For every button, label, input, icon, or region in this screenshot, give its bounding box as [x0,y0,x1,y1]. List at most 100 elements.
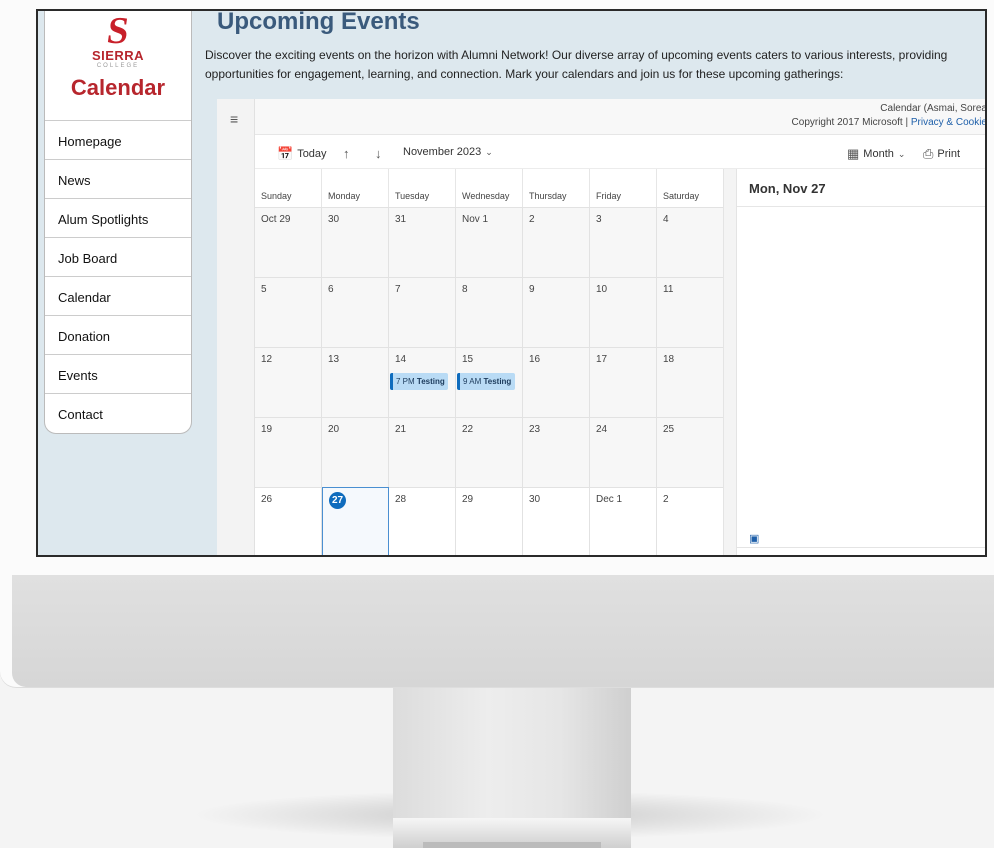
arrow-down-icon: ↓ [375,146,382,161]
day-cell[interactable]: 30 [322,207,389,277]
calendar-event[interactable]: 9 AM Testing [457,373,515,390]
event-time: 7 PM [396,377,415,386]
day-cell[interactable]: 6 [322,277,389,347]
day-number: 5 [261,284,267,295]
pane-divider-line [737,547,985,548]
day-number: 30 [529,494,541,505]
sidebar-item-calendar[interactable]: Calendar [45,277,191,316]
day-cell[interactable]: 7 [389,277,456,347]
sidebar-item-donation[interactable]: Donation [45,316,191,355]
calendar-owner: Calendar (Asmai, Sorea [880,103,987,114]
day-cell[interactable]: Nov 1 [456,207,523,277]
day-cell[interactable]: 4 [657,207,724,277]
day-number: 13 [328,354,340,365]
day-cell[interactable]: 22 [456,417,523,487]
print-label: Print [937,148,961,160]
day-cell[interactable]: 2 [657,487,724,555]
calendar-event[interactable]: 7 PM Testing [390,373,448,390]
day-number: 21 [395,424,407,435]
calendar-rail: ≡ [217,99,255,555]
privacy-link[interactable]: Privacy & Cookie [911,117,985,128]
day-cell[interactable]: 29 [456,487,523,555]
day-cell[interactable]: 10 [590,277,657,347]
day-number: 20 [328,424,340,435]
day-number: 24 [596,424,608,435]
weekday-header: Tuesday [389,169,456,207]
today-button[interactable]: 📅 Today [277,146,327,162]
day-cell[interactable]: 23 [523,417,590,487]
print-icon: ⎙ [923,146,934,161]
day-cell[interactable]: 24 [590,417,657,487]
day-number: 12 [261,354,273,365]
day-number: 3 [596,214,602,225]
day-cell[interactable]: 2 [523,207,590,277]
day-cell[interactable]: 11 [657,277,724,347]
expand-pane-icon[interactable]: ▣ [749,532,759,545]
print-button[interactable]: ⎙ Print [923,146,960,162]
month-label: November 2023 [403,146,482,158]
day-cell[interactable]: Dec 1 [590,487,657,555]
day-number: 29 [462,494,474,505]
weekday-header: Friday [590,169,657,207]
day-cell[interactable]: 31 [389,207,456,277]
sidebar-item-homepage[interactable]: Homepage [45,121,191,160]
day-number: 9 [529,284,535,295]
screen: S SIERRA COLLEGE Calendar Homepage News … [36,9,987,557]
day-cell[interactable]: 8 [456,277,523,347]
day-cell[interactable]: 25 [657,417,724,487]
day-cell[interactable]: 5 [255,277,322,347]
weekday-header: Thursday [523,169,590,207]
day-number: 22 [462,424,474,435]
day-cell[interactable]: 21 [389,417,456,487]
day-cell[interactable]: 9 [523,277,590,347]
monitor-stand-base [393,818,631,848]
month-picker[interactable]: November 2023 ⌄ [403,146,493,158]
event-title: Testing [416,377,445,386]
day-cell[interactable]: 15 9 AM Testing [456,347,523,417]
previous-month-button[interactable]: ↑ [343,146,350,161]
monitor-chin [12,575,994,687]
day-cell[interactable]: 12 [255,347,322,417]
sierra-college-logo[interactable]: S SIERRA COLLEGE Calendar [45,11,191,121]
event-time: 9 AM [463,377,482,386]
event-title: Testing [483,377,512,386]
day-number: 10 [596,284,608,295]
sidebar-item-job-board[interactable]: Job Board [45,238,191,277]
day-cell[interactable]: 28 [389,487,456,555]
calendar-today-icon: 📅 [277,146,294,161]
hamburger-menu-icon[interactable]: ≡ [230,111,238,127]
day-number: 30 [328,214,340,225]
month-grid: Sunday Monday Tuesday Wednesday Thursday… [255,169,724,555]
pane-divider[interactable] [723,169,737,555]
sidebar-item-alum-spotlights[interactable]: Alum Spotlights [45,199,191,238]
day-number: 16 [529,354,541,365]
day-number: 7 [395,284,401,295]
view-selector[interactable]: ▦ Month ⌄ [847,146,905,162]
day-cell[interactable]: 18 [657,347,724,417]
day-cell[interactable]: 17 [590,347,657,417]
day-cell[interactable]: 30 [523,487,590,555]
embedded-calendar: ≡ Calendar (Asmai, Sorea Copyright 2017 … [217,99,987,555]
weekday-header: Saturday [657,169,724,207]
day-cell[interactable]: 20 [322,417,389,487]
day-cell[interactable]: Oct 29 [255,207,322,277]
sidebar-item-contact[interactable]: Contact [45,394,191,433]
weekday-header: Wednesday [456,169,523,207]
weekday-header: Sunday [255,169,322,207]
day-cell[interactable]: 16 [523,347,590,417]
next-month-button[interactable]: ↓ [375,146,382,161]
day-cell[interactable]: 19 [255,417,322,487]
day-cell[interactable]: 13 [322,347,389,417]
day-cell[interactable]: 14 7 PM Testing [389,347,456,417]
day-number: Dec 1 [596,494,623,505]
sidebar-item-news[interactable]: News [45,160,191,199]
today-badge: 27 [329,492,346,509]
today-label: Today [297,148,327,160]
day-cell[interactable]: 3 [590,207,657,277]
day-cell[interactable]: 26 [255,487,322,555]
sidebar-item-events[interactable]: Events [45,355,191,394]
day-number: Nov 1 [462,214,489,225]
day-number: 2 [663,494,669,505]
day-number: 26 [261,494,273,505]
day-cell-selected[interactable]: 27 [322,487,389,555]
